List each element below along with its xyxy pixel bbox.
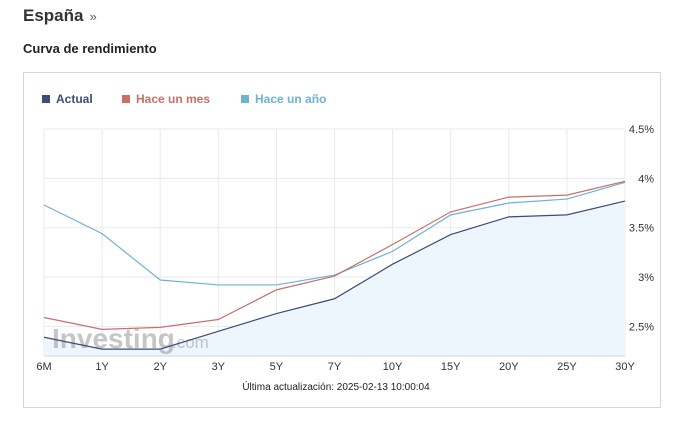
y-tick-label: 2.5% — [629, 321, 654, 333]
x-tick-label: 3Y — [212, 361, 226, 373]
x-tick-label: 10Y — [383, 361, 403, 373]
legend-label[interactable]: Hace un año — [255, 92, 326, 106]
x-tick-label: 7Y — [328, 361, 342, 373]
x-tick-label: 20Y — [499, 361, 519, 373]
x-tick-label: 25Y — [557, 361, 577, 373]
legend-label[interactable]: Hace un mes — [136, 92, 210, 106]
x-tick-label: 2Y — [153, 361, 167, 373]
x-tick-label: 1Y — [95, 361, 109, 373]
x-tick-label: 30Y — [615, 361, 635, 373]
page-title[interactable]: España — [23, 6, 83, 26]
x-tick-label: 5Y — [270, 361, 284, 373]
legend-swatch[interactable] — [241, 95, 249, 103]
legend-label[interactable]: Actual — [56, 92, 93, 106]
y-tick-label: 4.5% — [629, 124, 654, 136]
y-tick-label: 4% — [638, 173, 654, 185]
chevron-right-icon[interactable]: » — [89, 9, 96, 24]
legend-swatch[interactable] — [42, 95, 50, 103]
legend: Actual Hace un mes Hace un año — [42, 92, 326, 106]
page-title-row: España » — [23, 6, 97, 26]
last-update-text: Última actualización: 2025-02-13 10:00:0… — [242, 380, 430, 393]
section-title: Curva de rendimiento — [23, 41, 157, 56]
y-tick-label: 3.5% — [629, 223, 654, 235]
yield-curve-chart: Investing .com 2.5%3%3.5%4%4.5%6M 1Y 2Y 3Y 5… — [36, 92, 654, 393]
legend-swatch[interactable] — [122, 95, 130, 103]
chart-panel: Investing .com 2.5% 3% 3.5% 4% 4.5% 6M 1Y 2Y 3Y 5… — [23, 72, 661, 408]
x-tick-label: 6M — [36, 361, 51, 373]
y-tick-label: 3% — [638, 272, 654, 284]
x-tick-label: 15Y — [441, 361, 461, 373]
